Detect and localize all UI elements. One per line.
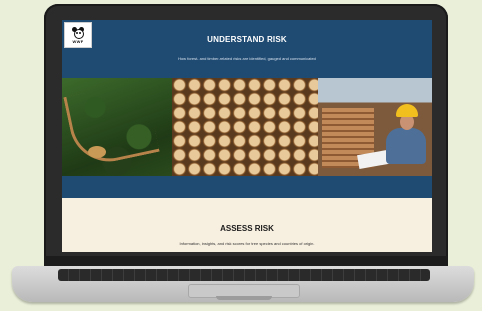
log-pile-photo (172, 78, 318, 176)
assess-risk-section: ASSESS RISK Information, insights, and r… (62, 198, 432, 252)
forest-aerial-photo (62, 78, 172, 176)
hero-header: WWF UNDERSTAND RISK How forest- and timb… (62, 20, 432, 78)
lumber-worker-photo (318, 78, 432, 176)
photo-strip (62, 78, 432, 176)
keyboard (58, 269, 430, 281)
laptop-screen: WWF UNDERSTAND RISK How forest- and timb… (62, 20, 432, 252)
hero-title: UNDERSTAND RISK (207, 35, 287, 44)
assess-title: ASSESS RISK (220, 224, 274, 233)
assess-subtitle: Information, insights, and risk scores f… (179, 241, 315, 246)
hero-subtitle: How forest- and timber-related risks are… (178, 56, 316, 61)
laptop-mockup-scene: WWF UNDERSTAND RISK How forest- and timb… (0, 0, 482, 311)
base-notch (216, 296, 272, 300)
laptop-base (12, 266, 474, 302)
divider-band (62, 176, 432, 198)
